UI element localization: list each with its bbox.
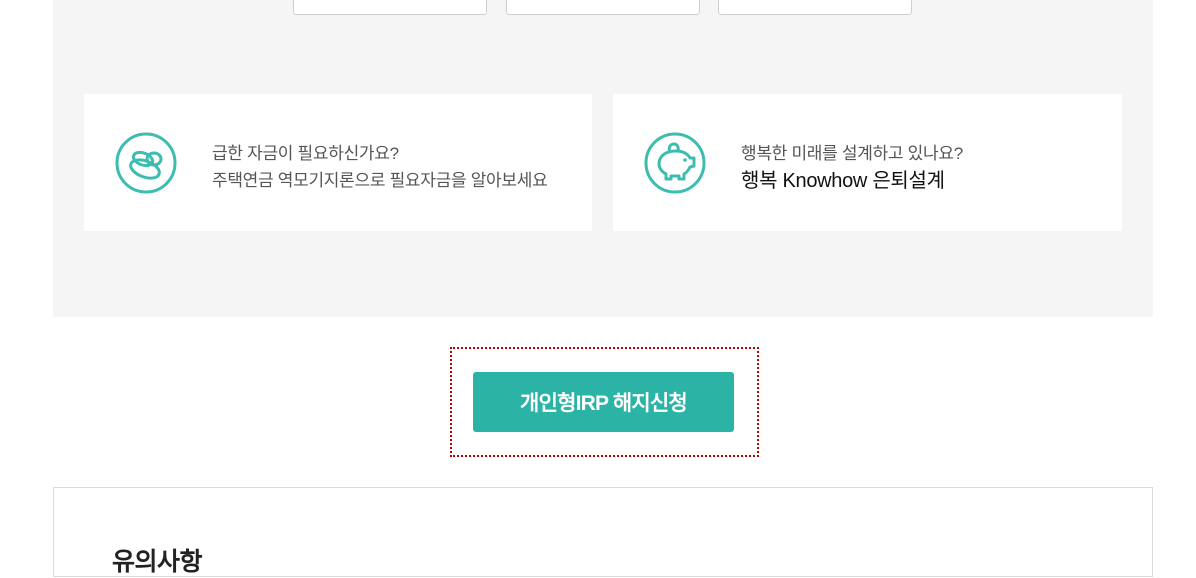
card-reverse-mortgage[interactable]: 급한 자금이 필요하신가요? 주택연금 역모기지론으로 필요자금을 알아보세요 (84, 94, 592, 231)
notice-section: 유의사항 (53, 487, 1153, 577)
card-line2: 행복 Knowhow 은퇴설계 (741, 170, 945, 192)
info-panel: 급한 자금이 필요하신가요? 주택연금 역모기지론으로 필요자금을 알아보세요 … (53, 0, 1153, 317)
card-line2: 주택연금 역모기지론으로 필요자금을 알아보세요 (212, 171, 548, 190)
top-option-button-1[interactable] (293, 0, 487, 15)
irp-termination-button[interactable]: 개인형IRP 해지신청 (473, 372, 734, 432)
top-option-button-3[interactable] (718, 0, 912, 15)
top-option-button-2[interactable] (506, 0, 700, 15)
card-line1: 행복한 미래를 설계하고 있나요? (741, 144, 963, 163)
card-retirement-plan[interactable]: 행복한 미래를 설계하고 있나요? 행복 Knowhow 은퇴설계 (613, 94, 1122, 231)
card-line1: 급한 자금이 필요하신가요? (212, 144, 399, 163)
coins-icon (115, 132, 177, 194)
piggy-bank-icon (644, 132, 706, 194)
notice-title: 유의사항 (112, 548, 203, 576)
